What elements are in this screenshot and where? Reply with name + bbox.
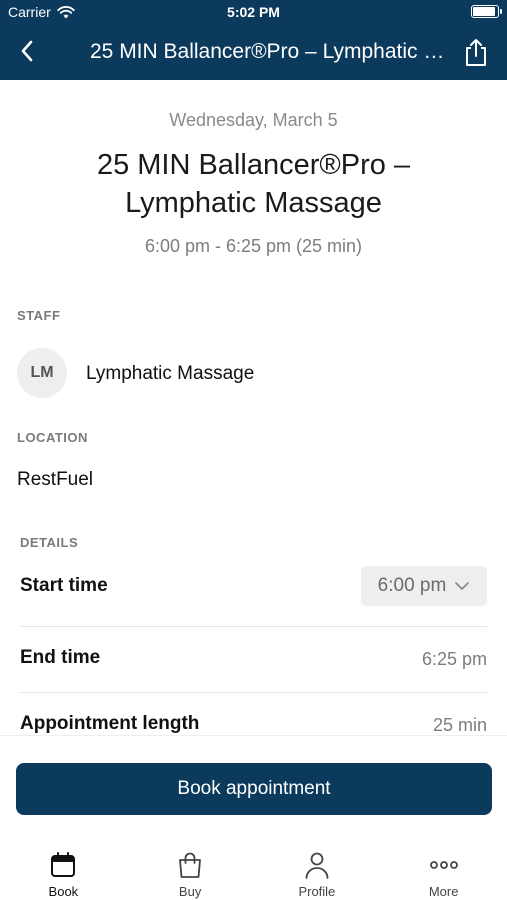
calendar-icon <box>51 852 76 877</box>
start-time-label: Start time <box>20 575 108 596</box>
staff-initials: LM <box>30 364 54 381</box>
battery-icon <box>471 5 502 18</box>
tab-more-label: More <box>428 884 459 899</box>
back-button[interactable] <box>12 36 42 66</box>
staff-name: Lymphatic Massage <box>86 363 255 384</box>
tab-book[interactable]: Book <box>0 830 127 900</box>
battery-level <box>473 7 495 16</box>
location-section-label: LOCATION <box>17 430 88 445</box>
status-time: 5:02 PM <box>227 4 280 20</box>
status-bar: Carrier 5:02 PM <box>0 0 507 24</box>
nav-bar: 25 MIN Ballancer®Pro – Lymphatic Massage <box>0 24 507 80</box>
location-name: RestFuel <box>17 469 94 490</box>
appointment-date: Wednesday, March 5 <box>169 110 338 130</box>
book-appointment-button[interactable]: Book appointment <box>16 763 492 815</box>
share-icon <box>466 39 486 66</box>
tab-profile[interactable]: Profile <box>254 830 381 900</box>
tab-buy-label: Buy <box>178 884 202 899</box>
nav-title: 25 MIN Ballancer®Pro – Lymphatic Massage <box>90 40 445 63</box>
book-bar: Book appointment <box>0 735 507 830</box>
tab-book-label: Book <box>48 884 79 899</box>
end-time-value: 6:25 pm <box>421 649 487 669</box>
person-icon <box>305 852 329 879</box>
appointment-details[interactable]: Wednesday, March 5 25 MIN Ballancer®Pro … <box>0 80 507 735</box>
staff-section-label: STAFF <box>17 308 61 323</box>
divider <box>20 692 487 693</box>
end-time-row: End time 6:25 pm <box>20 639 487 679</box>
details-section-label: DETAILS <box>20 535 79 550</box>
appointment-length-label: Appointment length <box>20 713 200 734</box>
appointment-time-range: 6:00 pm - 6:25 pm (25 min) <box>144 236 363 256</box>
appointment-length-row: Appointment length 25 min <box>20 705 487 735</box>
start-time-picker[interactable]: 6:00 pm <box>361 566 487 606</box>
tab-buy[interactable]: Buy <box>127 830 254 900</box>
share-button[interactable] <box>461 36 491 68</box>
tab-profile-label: Profile <box>298 884 336 899</box>
more-dots-icon <box>429 861 458 869</box>
appointment-length-value: 25 min <box>432 715 487 735</box>
divider <box>20 626 487 627</box>
end-time-label: End time <box>20 647 101 668</box>
appointment-title: 25 MIN Ballancer®Pro – Lymphatic Massage <box>96 149 411 219</box>
staff-avatar: LM <box>17 348 67 398</box>
tab-more[interactable]: More <box>380 830 507 900</box>
chevron-down-icon <box>455 582 470 590</box>
chevron-left-icon <box>21 40 33 62</box>
start-time-value: 6:00 pm <box>377 575 447 596</box>
shopping-bag-icon <box>179 852 202 878</box>
tab-bar: Book Buy Profile More <box>0 830 507 900</box>
